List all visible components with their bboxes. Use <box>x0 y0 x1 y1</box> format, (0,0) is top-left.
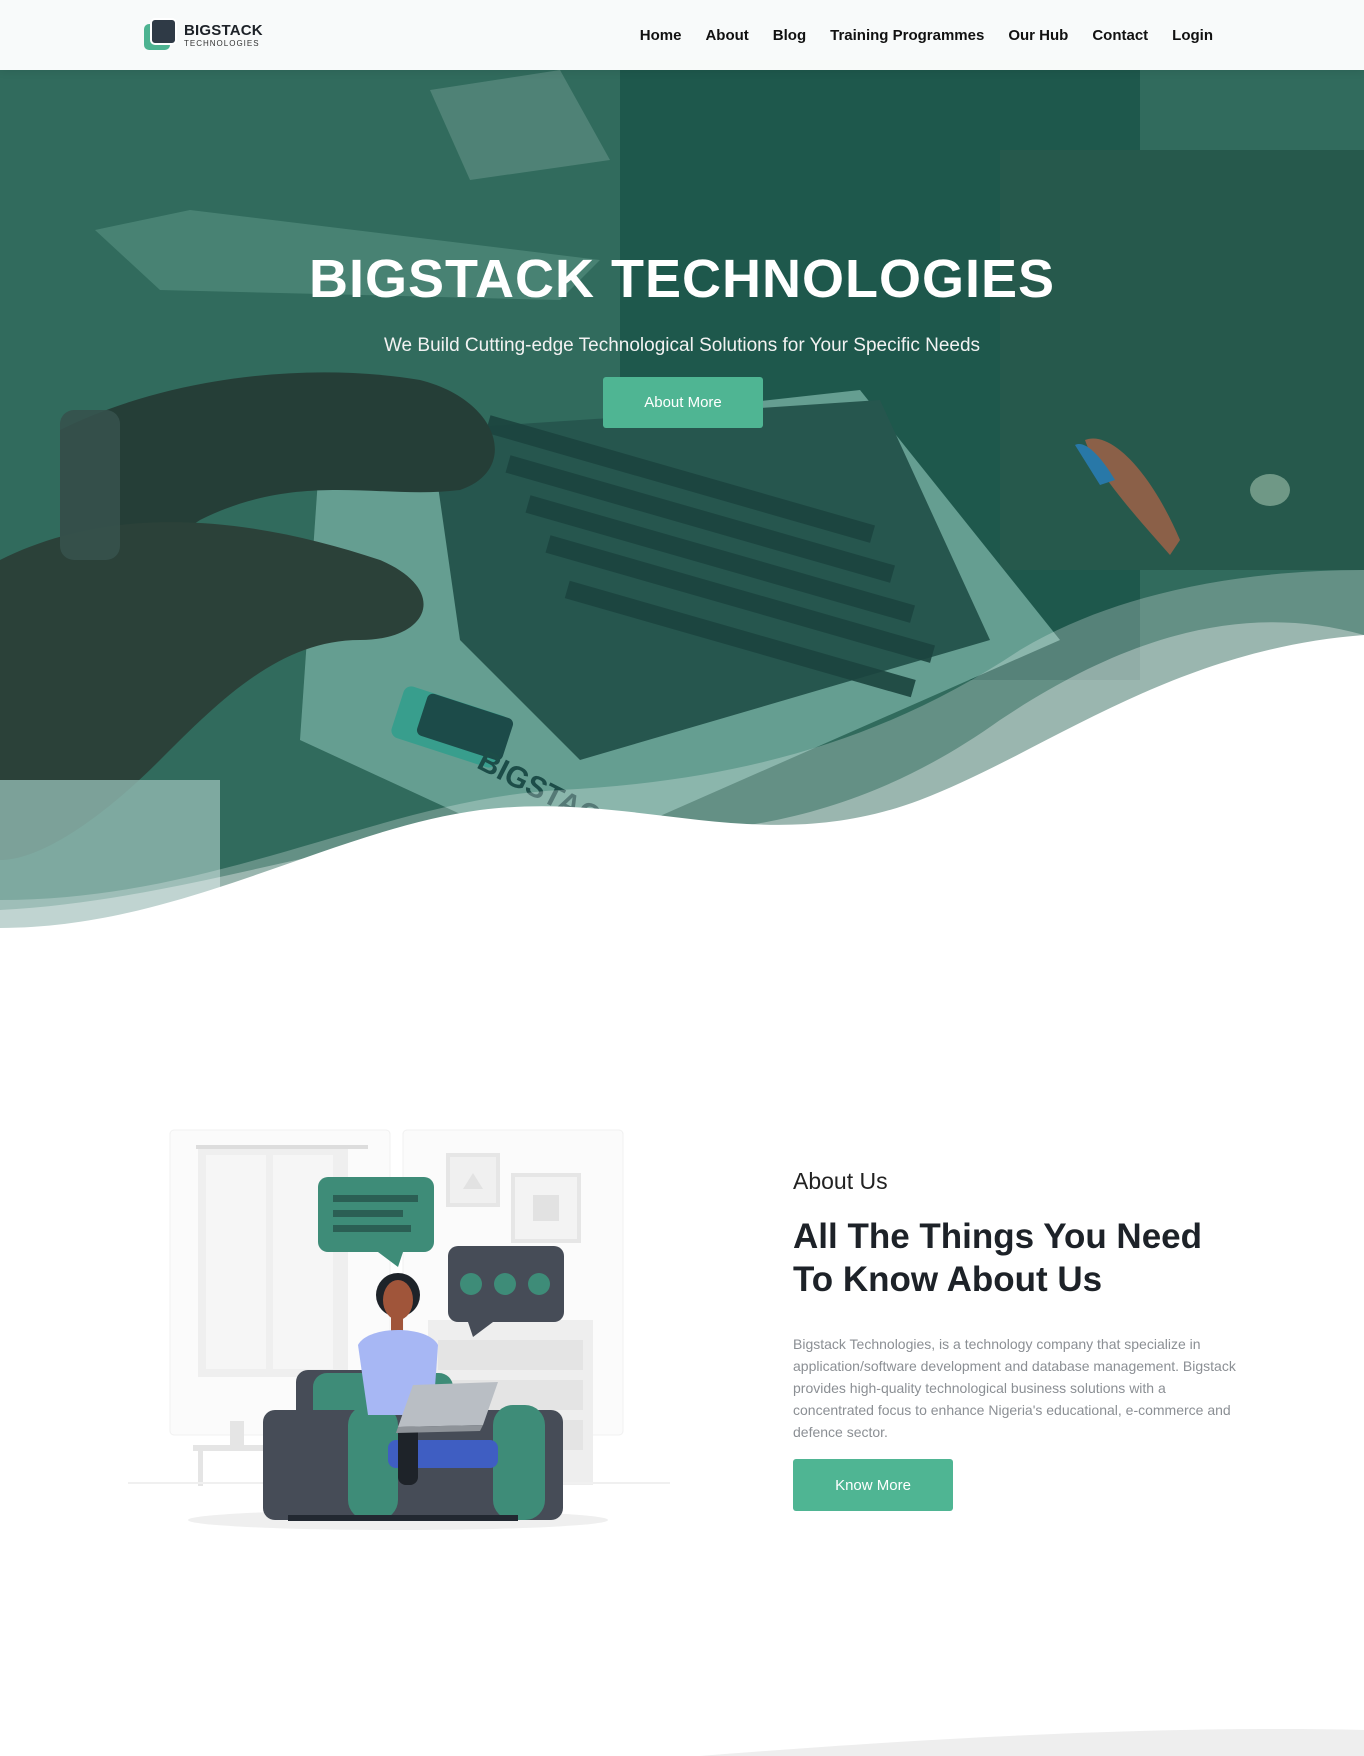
about-more-button[interactable]: About More <box>603 377 763 428</box>
hero-subtitle: We Build Cutting-edge Technological Solu… <box>383 335 981 356</box>
nav-home[interactable]: Home <box>640 27 682 44</box>
hero-title: BIGSTACK TECHNOLOGIES <box>308 249 1056 309</box>
about-kicker: About Us <box>793 1168 888 1194</box>
about-description: Bigstack Technologies, is a technology c… <box>793 1336 1236 1440</box>
nav-contact[interactable]: Contact <box>1092 27 1148 44</box>
site-header: BIGSTACK TECHNOLOGIES Home About Blog Tr… <box>0 0 1364 70</box>
main-nav: Home About Blog Training Programmes Our … <box>640 0 1213 70</box>
know-more-button[interactable]: Know More <box>793 1459 953 1511</box>
nav-training-programmes[interactable]: Training Programmes <box>830 27 984 44</box>
nav-login[interactable]: Login <box>1172 27 1213 44</box>
logo-tagline: TECHNOLOGIES <box>184 38 260 48</box>
logo-mark-icon <box>144 18 178 52</box>
nav-blog[interactable]: Blog <box>773 27 806 44</box>
hero-wave-divider <box>0 570 1364 940</box>
hero-section: BIGSTACK BIGSTACK TECHNOLOGIES We Build … <box>0 0 1364 940</box>
logo-name: BIGSTACK <box>184 21 263 39</box>
about-illustration <box>128 1129 670 1530</box>
about-title: All The Things You Need To Know About Us <box>793 1217 1203 1299</box>
nav-about[interactable]: About <box>705 27 748 44</box>
nav-our-hub[interactable]: Our Hub <box>1008 27 1068 44</box>
bottom-wave-divider <box>700 1729 1364 1756</box>
site-logo[interactable]: BIGSTACK TECHNOLOGIES <box>144 18 264 52</box>
